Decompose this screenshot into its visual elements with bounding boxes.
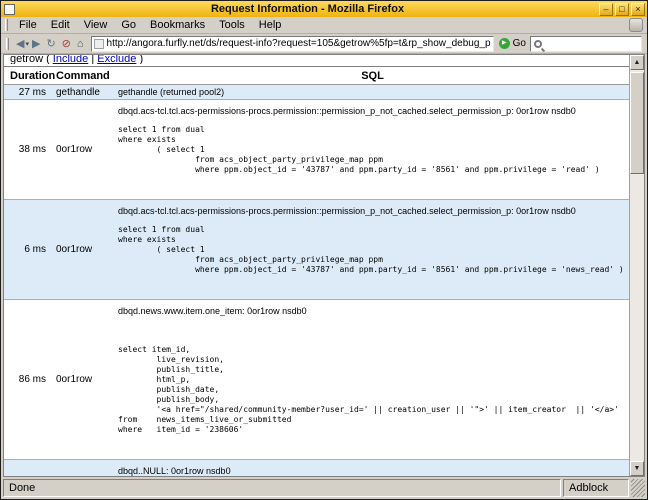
toolbar-grip[interactable] [5,19,8,31]
url-input[interactable] [106,38,491,49]
menu-file[interactable]: File [12,18,44,32]
content-viewport: getrow ( Include | Exclude ) Duration Co… [3,54,645,477]
search-bar [530,35,642,52]
search-input[interactable] [545,38,638,49]
menu-go[interactable]: Go [114,18,143,32]
navigation-toolbar: ◀ ▾ ▶ ↻ ⊘ ⌂ ▶ Go [1,34,647,54]
column-header-command: Command [56,70,110,82]
stop-icon[interactable]: ⊘ [59,35,74,53]
sql-cell: gethandle (returned pool2) [116,85,629,100]
duration-cell: 3 ms [4,460,54,477]
command-cell: 0or1row [56,374,93,385]
sql-statement-name: dbqd.acs-tcl.tcl.acs-permissions-procs.p… [118,206,576,216]
vertical-scrollbar[interactable]: ▲ ▼ [629,55,644,476]
command-cell: 0or1row [56,144,93,155]
adblock-status-button[interactable]: Adblock [563,479,629,497]
minimize-button[interactable]: – [599,2,613,16]
sql-statement-name: dbqd.acs-tcl.tcl.acs-permissions-procs.p… [118,106,576,116]
menu-help[interactable]: Help [252,18,289,32]
forward-icon[interactable]: ▶ [29,35,43,53]
scroll-up-icon[interactable]: ▲ [630,55,644,70]
titlebar: Request Information - Mozilla Firefox – … [1,1,647,17]
status-text: Done [3,479,561,497]
url-bar [90,35,494,52]
scrollbar-thumb[interactable] [630,72,644,174]
sql-statement-name: dbqd..NULL: 0or1row nsdb0 [118,466,231,476]
resize-grip[interactable] [631,479,645,497]
getrow-label: getrow ( [10,55,53,64]
table-row: 27 ms gethandle gethandle (returned pool… [4,84,629,100]
go-label: Go [512,38,526,49]
exclude-link[interactable]: Exclude [97,55,136,64]
close-button[interactable]: × [631,2,645,16]
go-arrow-icon: ▶ [498,38,510,49]
go-button[interactable]: ▶ Go [498,38,530,49]
menu-tools[interactable]: Tools [212,18,252,32]
duration-cell: 38 ms [18,144,46,155]
scrollbar-track[interactable] [630,70,644,461]
duration-cell: 6 ms [24,244,46,255]
duration-cell: 86 ms [18,374,46,385]
sql-cell: dbqd.acs-tcl.tcl.acs-permissions-procs.p… [116,100,629,200]
browser-window: Request Information - Mozilla Firefox – … [0,0,648,500]
column-header-duration: Duration [10,70,56,82]
sql-cell: dbqd.news.www.item.one_item: 0or1row nsd… [116,300,629,460]
sql-debug-table: Duration Command SQL 27 ms gethandle get… [4,67,629,476]
sql-cell: dbqd..NULL: 0or1row nsdb0 select package… [116,460,629,476]
statusbar: Done Adblock [3,479,645,497]
table-header-row: Duration Command SQL [4,67,629,85]
table-row: 86 ms 0or1row dbqd.news.www.item.one_ite… [4,300,629,460]
sql-statement-body: select 1 from dual where exists ( select… [118,125,600,174]
maximize-button[interactable]: □ [615,2,629,16]
throbber-icon [629,18,643,32]
sql-statement-body: select 1 from dual where exists ( select… [118,225,624,274]
getrow-filter-line: getrow ( Include | Exclude ) [10,55,144,64]
table-row: 3 ms 0or1row dbqd..NULL: 0or1row nsdb0 s… [4,459,629,477]
duration-cell: 27 ms [18,86,46,98]
window-icon [4,3,15,15]
scroll-down-icon[interactable]: ▼ [630,461,644,476]
search-icon[interactable] [534,39,542,48]
sql-cell: dbqd.acs-tcl.tcl.acs-permissions-procs.p… [116,200,629,300]
menubar: File Edit View Go Bookmarks Tools Help [1,17,647,34]
menu-bookmarks[interactable]: Bookmarks [143,18,212,32]
window-title: Request Information - Mozilla Firefox [210,2,405,15]
table-row: 38 ms 0or1row dbqd.acs-tcl.tcl.acs-permi… [4,100,629,200]
command-cell: gethandle [56,86,100,98]
sql-statement-name: gethandle (returned pool2) [118,87,225,97]
menu-edit[interactable]: Edit [44,18,77,32]
include-link[interactable]: Include [53,55,88,64]
command-cell: 0or1row [56,244,93,255]
page-content: getrow ( Include | Exclude ) Duration Co… [4,55,629,476]
column-header-sql: SQL [361,70,384,82]
home-icon[interactable]: ⌂ [74,35,87,53]
menu-view[interactable]: View [77,18,115,32]
sql-statement-name: dbqd.news.www.item.one_item: 0or1row nsd… [118,306,307,316]
toolbar-grip[interactable] [6,37,9,50]
page-favicon [93,38,104,49]
sql-statement-body: select item_id, live_revision, publish_t… [118,345,619,434]
table-row: 6 ms 0or1row dbqd.acs-tcl.tcl.acs-permis… [4,199,629,300]
reload-icon[interactable]: ↻ [43,35,58,53]
command-cell: 0or1row [54,460,116,477]
